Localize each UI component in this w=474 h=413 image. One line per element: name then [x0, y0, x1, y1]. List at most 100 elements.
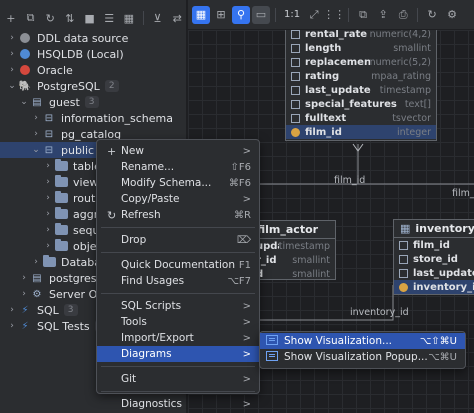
column-row[interactable]: rental_rate numeric(4,2) [286, 30, 436, 41]
column-row[interactable]: rating mpaa_rating [286, 69, 436, 83]
chevron-right-icon[interactable]: › [42, 241, 54, 251]
menu-item-copy-paste[interactable]: Copy/Paste > [97, 191, 259, 207]
chevron-down-icon[interactable]: ⌄ [30, 145, 42, 155]
column-icon [291, 43, 300, 53]
apply-layout-icon[interactable]: ↻ [423, 6, 441, 24]
table-film[interactable]: rental_rate numeric(4,2) length smallint r… [285, 30, 437, 141]
column-row[interactable]: store_id [394, 252, 474, 266]
column-name: rating [305, 70, 340, 82]
column-row[interactable]: dsmallint [251, 267, 335, 281]
menu-item-show-visualization-popup[interactable]: Show Visualization Popup... ⌥⌘U [260, 349, 465, 365]
tree-item-oracle[interactable]: › Oracle [0, 62, 186, 78]
print-icon[interactable]: ⎙ [394, 6, 412, 24]
chevron-right-icon[interactable]: › [42, 209, 54, 219]
shortcut-label: F1 [238, 259, 251, 271]
tree-item-guest[interactable]: ⌄ ▤ guest 3 [0, 94, 186, 110]
column-icon [291, 85, 300, 95]
menu-item-show-visualization[interactable]: Show Visualization... ⌥⇧⌘U [260, 333, 465, 349]
submenu-chevron-icon: > [242, 348, 251, 360]
properties-icon[interactable]: ☰ [100, 9, 118, 27]
tree-item-information-schema[interactable]: › ⊟ information_schema [0, 110, 186, 126]
comment-icon[interactable]: ▭ [252, 5, 270, 24]
sync-icon[interactable]: ⇅ [61, 9, 79, 27]
chevron-right-icon[interactable]: › [6, 305, 18, 315]
folder-icon [54, 207, 68, 221]
chevron-right-icon[interactable]: › [42, 225, 54, 235]
menu-item-new[interactable]: + New > [97, 143, 259, 159]
diagram-tab-icon[interactable]: ▦ [192, 5, 210, 24]
copy-icon[interactable]: ⧉ [22, 9, 40, 27]
table-film-actor[interactable]: film_actor updatetimestamp r_idsmallint … [250, 220, 336, 280]
chevron-right-icon[interactable]: › [6, 321, 18, 331]
zoom-actual-size-button[interactable]: 1:1 [281, 9, 303, 20]
column-row[interactable]: r_id smallint [251, 253, 335, 267]
submenu-chevron-icon: > [242, 300, 251, 312]
jump-icon[interactable]: ⇄ [168, 9, 186, 27]
menu-item-import-export[interactable]: Import/Export > [97, 330, 259, 346]
menu-item-diagnostics[interactable]: Diagnostics > [97, 396, 259, 412]
stop-icon[interactable]: ■ [81, 9, 99, 27]
column-icon [291, 71, 300, 81]
column-row[interactable]: replacement_costnumeric(5,2) [286, 55, 436, 69]
menu-item-label: Find Usages [121, 275, 185, 287]
menu-item-diagrams[interactable]: Diagrams > [97, 346, 259, 362]
table-icon[interactable]: ▦ [120, 9, 138, 27]
column-row[interactable]: updatetimestamp [251, 239, 335, 253]
chevron-right-icon[interactable]: › [6, 65, 18, 75]
column-name: last_update [305, 84, 371, 96]
column-row[interactable]: special_features text[] [286, 97, 436, 111]
column-row[interactable]: film_id integer [286, 125, 436, 139]
settings-icon[interactable]: ⚙ [443, 6, 461, 24]
export-icon[interactable]: ⇪ [374, 6, 392, 24]
chevron-right-icon[interactable]: › [42, 193, 54, 203]
chevron-right-icon[interactable]: › [18, 289, 30, 299]
chevron-right-icon[interactable]: › [6, 49, 18, 59]
refresh-icon[interactable]: ↻ [41, 9, 59, 27]
menu-item-find-usages[interactable]: Find Usages ⌥F7 [97, 273, 259, 289]
copy-diagram-icon[interactable]: ⧉ [354, 6, 372, 24]
layout-icon[interactable]: ⊞ [212, 6, 230, 24]
tree-item-postgresql[interactable]: ⌄ 🐘 PostgreSQL 2 [0, 78, 186, 94]
folder-icon [54, 191, 68, 205]
chevron-down-icon[interactable]: ⌄ [6, 81, 18, 91]
chevron-right-icon[interactable]: › [18, 273, 30, 283]
column-type: numeric(5,2) [369, 56, 431, 68]
column-row[interactable]: film_id [394, 238, 474, 252]
table-inventory[interactable]: ▦ inventory film_id store_id last_update … [393, 219, 474, 295]
chevron-right-icon[interactable]: › [30, 129, 42, 139]
filter-icon[interactable]: ⊻ [149, 9, 167, 27]
column-icon [399, 254, 408, 264]
column-row[interactable]: fulltext tsvector [286, 111, 436, 125]
column-row[interactable]: last_update [394, 266, 474, 280]
menu-item-drop[interactable]: Drop ⌦ [97, 232, 259, 248]
folder-icon [54, 239, 68, 253]
chevron-right-icon[interactable]: › [42, 161, 54, 171]
menu-item-tools[interactable]: Tools > [97, 314, 259, 330]
add-icon[interactable]: + [2, 9, 20, 27]
column-icon [291, 113, 300, 123]
plus-icon: + [107, 144, 117, 158]
menu-item-refresh[interactable]: ↻ Refresh ⌘R [97, 207, 259, 223]
grid-icon[interactable]: ⋮⋮ [323, 6, 345, 24]
column-row[interactable]: inventory_id [394, 280, 474, 294]
tree-item-hsqldb[interactable]: › HSQLDB (Local) [0, 46, 186, 62]
chevron-right-icon[interactable]: › [30, 257, 42, 267]
menu-item-label: Copy/Paste [121, 193, 180, 205]
menu-item-rename[interactable]: Rename... ⇧F6 [97, 159, 259, 175]
column-row[interactable]: last_update timestamp [286, 83, 436, 97]
chevron-down-icon[interactable]: ⌄ [18, 97, 30, 107]
menu-item-sql-scripts[interactable]: SQL Scripts > [97, 298, 259, 314]
menu-item-label: Rename... [121, 161, 175, 173]
column-row[interactable]: length smallint [286, 41, 436, 55]
menu-item-git[interactable]: Git > [97, 371, 259, 387]
chevron-right-icon[interactable]: › [42, 177, 54, 187]
chevron-right-icon[interactable]: › [30, 113, 42, 123]
chevron-right-icon[interactable]: › [6, 33, 18, 43]
tree-item-ddl-data-source[interactable]: › DDL data source [0, 30, 186, 46]
tree-item-label: PostgreSQL [37, 79, 100, 93]
column-icon [399, 240, 408, 250]
menu-item-quick-documentation[interactable]: Quick Documentation F1 [97, 257, 259, 273]
menu-item-modify-schema[interactable]: Modify Schema... ⌘F6 [97, 175, 259, 191]
zoom-fit-icon[interactable]: ⚲ [232, 5, 250, 24]
fit-content-icon[interactable]: ⤢ [305, 6, 323, 24]
